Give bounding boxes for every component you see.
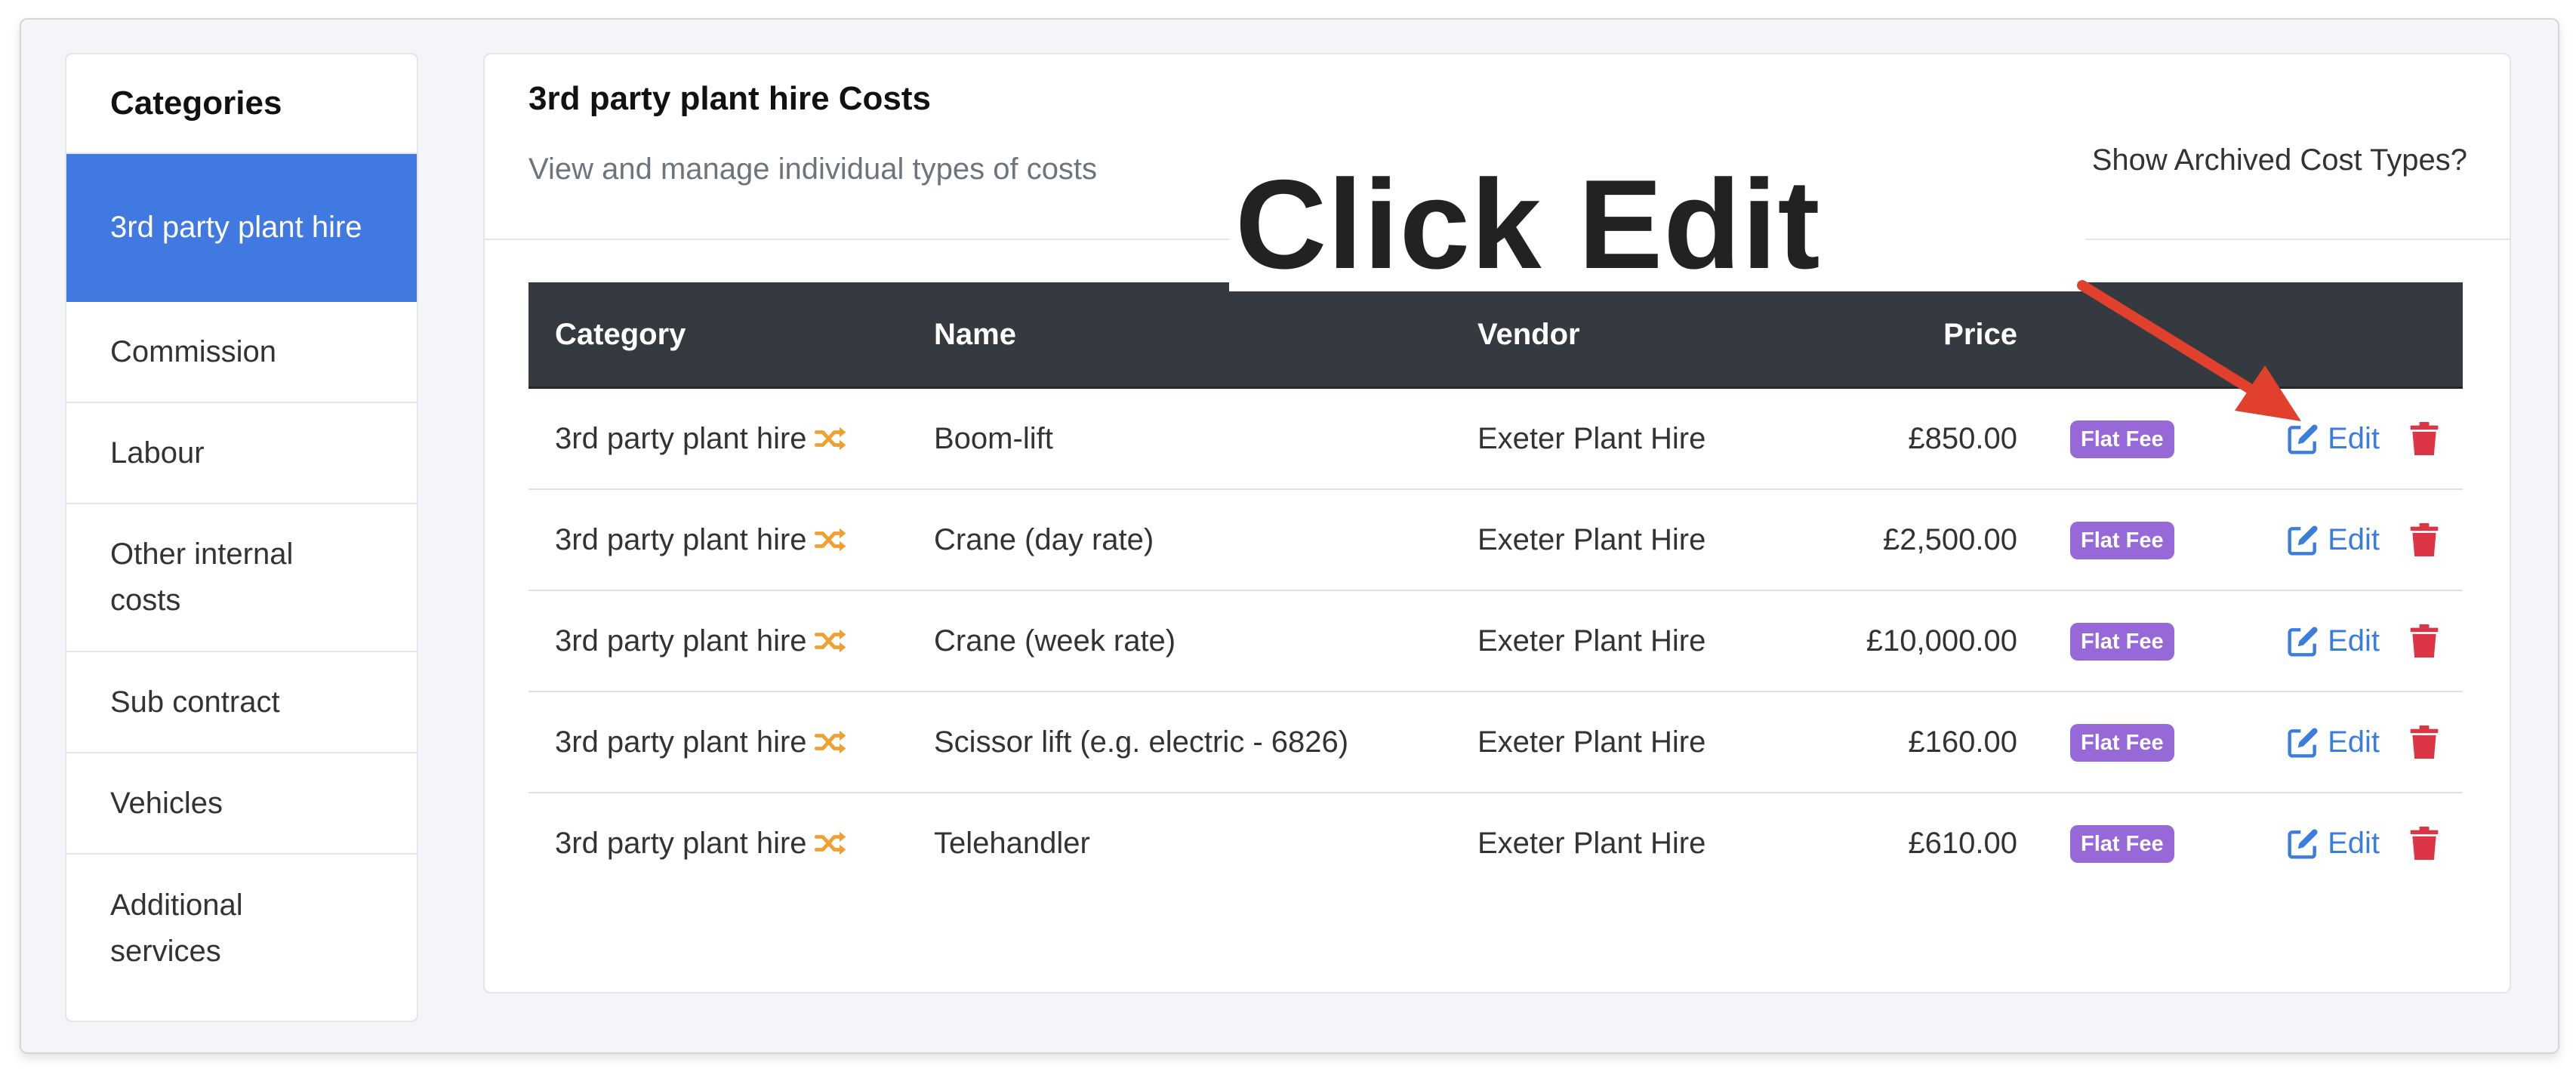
cell-price: £160.00 <box>1908 725 2017 759</box>
cell-vendor: Exeter Plant Hire <box>1478 826 1706 860</box>
sidebar-item-labour[interactable]: Labour <box>66 403 417 504</box>
edit-icon <box>2288 728 2318 758</box>
cell-category: 3rd party plant hire <box>528 523 934 557</box>
trash-icon[interactable] <box>2410 624 2439 658</box>
cell-name: Crane (week rate) <box>934 624 1176 658</box>
column-header-category: Category <box>555 317 686 351</box>
column-header-name: Name <box>934 317 1016 351</box>
cell-price: £10,000.00 <box>1866 624 2017 658</box>
sidebar-item-3rd-party-plant-hire[interactable]: 3rd party plant hire <box>66 154 417 302</box>
category-label: 3rd party plant hire <box>555 826 807 860</box>
cell-type: Flat Fee <box>2017 723 2236 762</box>
app-window: Categories 3rd party plant hire Commissi… <box>20 18 2559 1054</box>
shuffle-icon <box>814 427 846 451</box>
categories-sidebar: Categories 3rd party plant hire Commissi… <box>65 53 418 1022</box>
sidebar-item-label: Vehicles <box>110 786 223 820</box>
sidebar-item-vehicles[interactable]: Vehicles <box>66 753 417 855</box>
edit-icon <box>2288 627 2318 657</box>
flat-fee-badge: Flat Fee <box>2070 521 2174 559</box>
edit-label: Edit <box>2328 522 2380 556</box>
trash-icon[interactable] <box>2410 827 2439 860</box>
sidebar-title: Categories <box>66 54 417 154</box>
shuffle-icon <box>814 831 846 855</box>
cell-price: £2,500.00 <box>1883 522 2017 556</box>
cell-name: Crane (day rate) <box>934 522 1154 556</box>
sidebar-item-label: Labour <box>110 436 205 470</box>
cell-category: 3rd party plant hire <box>528 725 934 759</box>
cell-actions: Edit <box>2236 523 2463 557</box>
table-row: 3rd party plant hire Scissor lift (e.g. … <box>528 692 2463 793</box>
category-label: 3rd party plant hire <box>555 624 807 658</box>
edit-button[interactable]: Edit <box>2287 523 2380 557</box>
sidebar-item-commission[interactable]: Commission <box>66 302 417 403</box>
cell-type: Flat Fee <box>2017 824 2236 863</box>
table-row: 3rd party plant hire Crane (day rate) Ex… <box>528 490 2463 591</box>
page-title: 3rd party plant hire Costs <box>528 80 932 117</box>
cell-price: £610.00 <box>1908 826 2017 860</box>
edit-button[interactable]: Edit <box>2287 827 2380 861</box>
arrow-icon <box>2077 280 2301 421</box>
category-label: 3rd party plant hire <box>555 522 807 556</box>
shuffle-icon <box>814 629 846 653</box>
sidebar-item-label: Other internal costs <box>110 538 294 617</box>
edit-button[interactable]: Edit <box>2287 725 2380 759</box>
flat-fee-badge: Flat Fee <box>2070 723 2174 762</box>
sidebar-item-label: Commission <box>110 334 277 368</box>
cell-name: Boom-lift <box>934 421 1053 455</box>
flat-fee-badge: Flat Fee <box>2070 622 2174 661</box>
cell-price: £850.00 <box>1908 421 2017 455</box>
trash-icon[interactable] <box>2410 523 2439 556</box>
edit-label: Edit <box>2328 725 2380 759</box>
instruction-callout: Click Edit <box>1235 153 1821 295</box>
table-row: 3rd party plant hire Telehandler Exeter … <box>528 793 2463 893</box>
shuffle-icon <box>814 528 846 552</box>
category-label: 3rd party plant hire <box>555 725 807 759</box>
trash-icon[interactable] <box>2410 422 2439 455</box>
column-header-vendor: Vendor <box>1478 317 1580 351</box>
cell-type: Flat Fee <box>2017 521 2236 559</box>
cell-category: 3rd party plant hire <box>528 422 934 456</box>
edit-icon <box>2288 525 2318 556</box>
cell-actions: Edit <box>2236 827 2463 861</box>
flat-fee-badge: Flat Fee <box>2070 824 2174 863</box>
sidebar-item-label: Sub contract <box>110 685 280 719</box>
cell-actions: Edit <box>2236 725 2463 759</box>
table-row: 3rd party plant hire Crane (week rate) E… <box>528 591 2463 692</box>
shuffle-icon <box>814 730 846 754</box>
edit-icon <box>2288 829 2318 859</box>
column-header-price: Price <box>1943 317 2017 351</box>
sidebar-item-other-internal-costs[interactable]: Other internal costs <box>66 504 417 652</box>
cell-type: Flat Fee <box>2017 622 2236 661</box>
table-body: 3rd party plant hire Boom-lift Exeter Pl… <box>528 389 2463 893</box>
edit-label: Edit <box>2328 421 2380 455</box>
category-label: 3rd party plant hire <box>555 421 807 455</box>
sidebar-item-label: 3rd party plant hire <box>110 210 362 244</box>
cell-category: 3rd party plant hire <box>528 827 934 861</box>
show-archived-toggle[interactable]: Show Archived Cost Types? <box>2092 143 2467 177</box>
page-subtitle: View and manage individual types of cost… <box>528 152 1098 186</box>
cell-category: 3rd party plant hire <box>528 624 934 658</box>
edit-label: Edit <box>2328 826 2380 860</box>
cell-vendor: Exeter Plant Hire <box>1478 421 1706 455</box>
sidebar-item-sub-contract[interactable]: Sub contract <box>66 652 417 753</box>
cell-name: Telehandler <box>934 826 1090 860</box>
cell-vendor: Exeter Plant Hire <box>1478 624 1706 658</box>
sidebar-item-additional-services[interactable]: Additional services <box>66 855 417 1003</box>
cell-vendor: Exeter Plant Hire <box>1478 725 1706 759</box>
trash-icon[interactable] <box>2410 725 2439 759</box>
cell-actions: Edit <box>2236 624 2463 658</box>
cell-vendor: Exeter Plant Hire <box>1478 522 1706 556</box>
cell-name: Scissor lift (e.g. electric - 6826) <box>934 725 1349 759</box>
sidebar-item-label: Additional services <box>110 889 243 968</box>
edit-button[interactable]: Edit <box>2287 624 2380 658</box>
edit-label: Edit <box>2328 624 2380 658</box>
